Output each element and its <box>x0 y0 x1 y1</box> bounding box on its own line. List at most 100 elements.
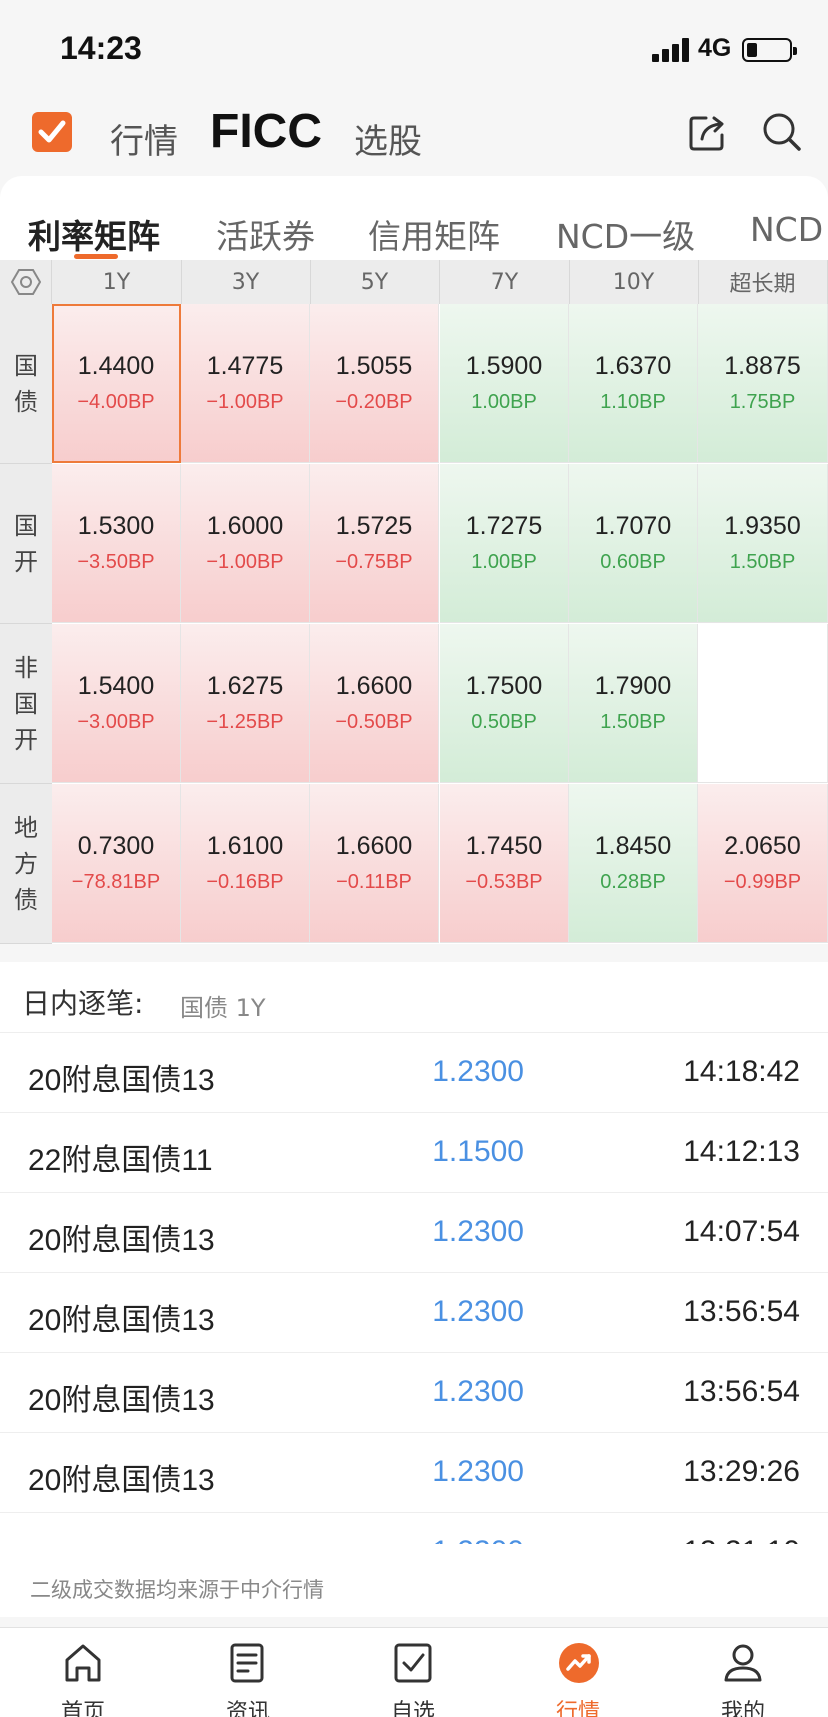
cell-yield: 2.0650 <box>724 832 801 860</box>
cell-change: −0.16BP <box>206 871 284 893</box>
cell-yield: 1.6000 <box>206 512 284 540</box>
cell-change: −1.00BP <box>206 551 284 573</box>
trade-time: 13:29:26 <box>683 1455 800 1488</box>
matrix-cell[interactable]: 1.7900 1.50BP <box>569 624 698 783</box>
matrix-cell[interactable]: 1.7070 0.60BP <box>569 464 698 623</box>
matrix-cell[interactable]: 1.8450 0.28BP <box>569 784 698 943</box>
cell-change: 0.50BP <box>471 711 537 733</box>
cell-change: −0.11BP <box>336 871 412 893</box>
row-label-char: 方 <box>14 849 38 878</box>
network-type: 4G <box>698 34 732 62</box>
share-icon[interactable] <box>686 110 730 154</box>
cell-yield: 1.8450 <box>594 832 672 860</box>
trade-price: 1.2300 <box>432 1295 524 1328</box>
cell-change: −4.00BP <box>77 391 155 413</box>
cell-yield: 1.4775 <box>206 352 284 380</box>
matrix-cell[interactable]: 1.6100 −0.16BP <box>181 784 310 943</box>
tab-active-bonds[interactable]: 活跃券 <box>216 210 315 258</box>
trade-bond-name: 20附息国债13 <box>28 1304 215 1337</box>
cell-change: −1.25BP <box>206 711 284 733</box>
trade-time: 14:07:54 <box>683 1215 800 1248</box>
nav-tab-market[interactable]: 行情 <box>110 114 178 163</box>
cell-yield: 1.6370 <box>594 352 672 380</box>
settings-icon[interactable] <box>0 260 52 304</box>
tab-rate-matrix[interactable]: 利率矩阵 <box>28 210 160 258</box>
matrix-cell[interactable]: 1.7450 −0.53BP <box>440 784 569 943</box>
bottom-nav-profile[interactable]: 我的 <box>683 1628 803 1717</box>
trade-list[interactable]: 20附息国债13 1.2300 14:18:42 22附息国债11 1.1500 14:1… <box>0 1032 828 1544</box>
row-label-char: 国 <box>14 511 38 540</box>
trade-row[interactable]: 20附息国债13 1.2300 13:56:54 <box>0 1273 828 1353</box>
app-logo-icon[interactable] <box>32 112 72 152</box>
search-icon[interactable] <box>760 110 804 154</box>
matrix-cell[interactable]: 1.6600 −0.50BP <box>310 624 439 783</box>
matrix-cell[interactable]: 1.7500 0.50BP <box>440 624 569 783</box>
matrix-cell[interactable]: 1.5900 1.00BP <box>440 304 569 463</box>
matrix-cell[interactable]: 1.7275 1.00BP <box>440 464 569 623</box>
bottom-nav-market[interactable]: 行情 <box>518 1628 638 1717</box>
cell-yield: 1.5400 <box>77 672 155 700</box>
trade-row[interactable]: 22附息国债11 1.1500 14:12:13 <box>0 1113 828 1193</box>
row-label-char: 债 <box>14 885 38 914</box>
matrix-cell[interactable]: 1.6600 −0.11BP <box>310 784 439 943</box>
rate-matrix: 1Y 3Y 5Y 7Y 10Y 超长期 国债 1.4400 −4.00BP 1.4775 −1.0… <box>0 260 828 944</box>
cell-yield: 1.5725 <box>335 512 413 540</box>
cell-change: −3.00BP <box>77 711 155 733</box>
matrix-cell[interactable]: 1.4775 −1.00BP <box>181 304 310 463</box>
matrix-cell[interactable]: 1.4400 −4.00BP <box>52 304 181 463</box>
cell-yield: 1.7450 <box>465 832 543 860</box>
matrix-row-label: 国债 <box>0 304 52 464</box>
matrix-column-header: 超长期 <box>698 260 828 304</box>
cell-change: −0.20BP <box>335 391 413 413</box>
trade-time: 13:21:10 <box>683 1535 800 1544</box>
matrix-row-label: 地方债 <box>0 784 52 944</box>
matrix-header: 1Y 3Y 5Y 7Y 10Y 超长期 <box>0 260 828 304</box>
bottom-nav-watchlist[interactable]: 自选 <box>353 1628 473 1717</box>
tab-ncd-primary[interactable]: NCD一级 <box>556 210 695 258</box>
nav-tab-ficc[interactable]: FICC <box>210 104 322 159</box>
matrix-cell[interactable] <box>698 624 828 783</box>
tab-credit-matrix[interactable]: 信用矩阵 <box>368 210 500 258</box>
trade-bond-name: 20附息国债13 <box>28 1224 215 1257</box>
matrix-column-header: 10Y <box>569 260 699 304</box>
trade-time: 13:56:54 <box>683 1375 800 1408</box>
matrix-cell[interactable]: 1.8875 1.75BP <box>698 304 828 463</box>
cell-yield: 1.7900 <box>594 672 672 700</box>
row-label-char: 债 <box>14 387 38 416</box>
matrix-cell[interactable]: 1.6275 −1.25BP <box>181 624 310 783</box>
cell-change: −0.50BP <box>335 711 413 733</box>
cell-yield: 1.5055 <box>335 352 413 380</box>
nav-tab-stock-picker[interactable]: 选股 <box>354 114 422 163</box>
cell-yield: 1.7500 <box>465 672 543 700</box>
row-label-char: 国 <box>14 351 38 380</box>
trade-bond-name: 20附息国债13 <box>28 1384 215 1417</box>
matrix-cell[interactable]: 1.5725 −0.75BP <box>310 464 439 623</box>
matrix-cell[interactable]: 2.0650 −0.99BP <box>698 784 828 943</box>
matrix-cell[interactable]: 1.6000 −1.00BP <box>181 464 310 623</box>
matrix-cell[interactable]: 1.5055 −0.20BP <box>310 304 439 463</box>
matrix-cell[interactable]: 1.5400 −3.00BP <box>52 624 181 783</box>
trade-bond-name: 20附息国债13 <box>28 1064 215 1097</box>
bottom-nav: 首页 资讯 自选 行情 我的 <box>0 1627 828 1717</box>
matrix-cell[interactable]: 0.7300 −78.81BP <box>52 784 181 943</box>
bottom-nav-home[interactable]: 首页 <box>23 1628 143 1717</box>
data-source-note: 二级成交数据均来源于中介行情 <box>30 1578 324 1602</box>
trade-row[interactable]: 20附息国债13 1.2300 13:29:26 <box>0 1433 828 1513</box>
cell-change: 1.75BP <box>729 391 796 413</box>
matrix-cell[interactable]: 1.9350 1.50BP <box>698 464 828 623</box>
matrix-cell[interactable]: 1.5300 −3.50BP <box>52 464 181 623</box>
cell-change: −1.00BP <box>206 391 284 413</box>
row-label-char: 地 <box>14 813 38 842</box>
matrix-cell[interactable]: 1.6370 1.10BP <box>569 304 698 463</box>
tab-ncd[interactable]: NCD <box>750 210 823 249</box>
trade-row[interactable]: 20附息国债13 1.2300 14:18:42 <box>0 1033 828 1113</box>
trade-row[interactable]: 20附息国债13 1.2300 14:07:54 <box>0 1193 828 1273</box>
bottom-nav-news[interactable]: 资讯 <box>188 1628 308 1717</box>
trade-row[interactable]: 20附息国债13 1.2300 13:21:10 <box>0 1513 828 1544</box>
active-tab-indicator <box>74 254 118 259</box>
intraday-subtitle: 国债 1Y <box>180 994 266 1022</box>
cell-yield: 1.6600 <box>335 672 413 700</box>
trade-row[interactable]: 20附息国债13 1.2300 13:56:54 <box>0 1353 828 1433</box>
row-label-char: 开 <box>14 547 38 576</box>
row-label-char: 开 <box>14 725 38 754</box>
